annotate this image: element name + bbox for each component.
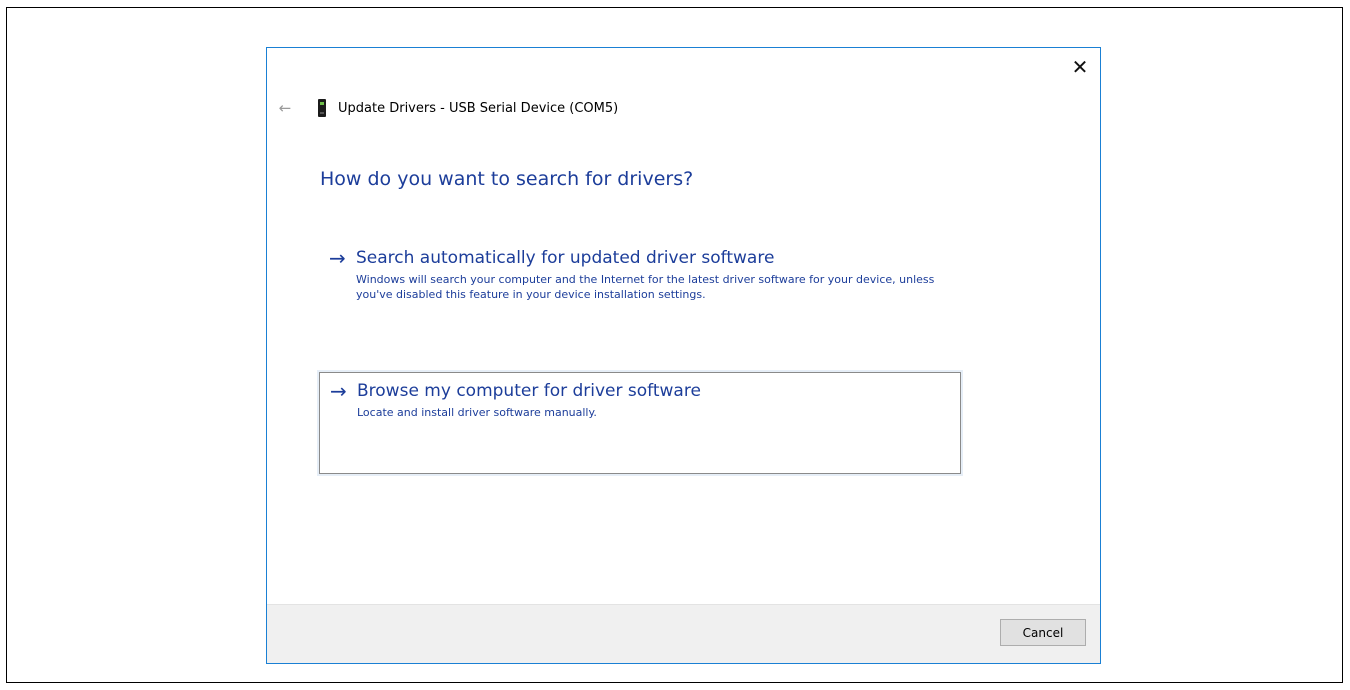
browse-computer-option[interactable]: → Browse my computer for driver software… [319, 372, 961, 474]
option-description: Locate and install driver software manua… [357, 406, 597, 419]
dialog-footer: Cancel [267, 604, 1100, 663]
dialog-title: Update Drivers - USB Serial Device (COM5… [338, 100, 619, 116]
option-heading: Browse my computer for driver software [357, 381, 701, 401]
usb-device-icon [317, 99, 327, 117]
arrow-right-icon: → [330, 379, 347, 403]
back-button[interactable]: ← [275, 98, 295, 118]
update-drivers-dialog: ✕ ← Update Drivers - USB Serial Device (… [266, 47, 1101, 664]
option-description: Windows will search your computer and th… [356, 273, 935, 301]
outer-frame: ✕ ← Update Drivers - USB Serial Device (… [6, 7, 1343, 683]
back-arrow-icon: ← [278, 99, 292, 117]
cancel-button[interactable]: Cancel [1000, 619, 1086, 646]
option-text: Search automatically for updated driver … [356, 246, 955, 302]
close-icon: ✕ [1071, 55, 1089, 79]
option-heading: Search automatically for updated driver … [356, 248, 775, 268]
page-heading: How do you want to search for drivers? [320, 168, 694, 190]
dialog-header: ← Update Drivers - USB Serial Device (CO… [275, 98, 618, 118]
option-text: Browse my computer for driver software L… [357, 379, 701, 420]
arrow-right-icon: → [329, 246, 346, 270]
search-automatically-option[interactable]: → Search automatically for updated drive… [319, 240, 961, 340]
close-button[interactable]: ✕ [1068, 55, 1092, 79]
